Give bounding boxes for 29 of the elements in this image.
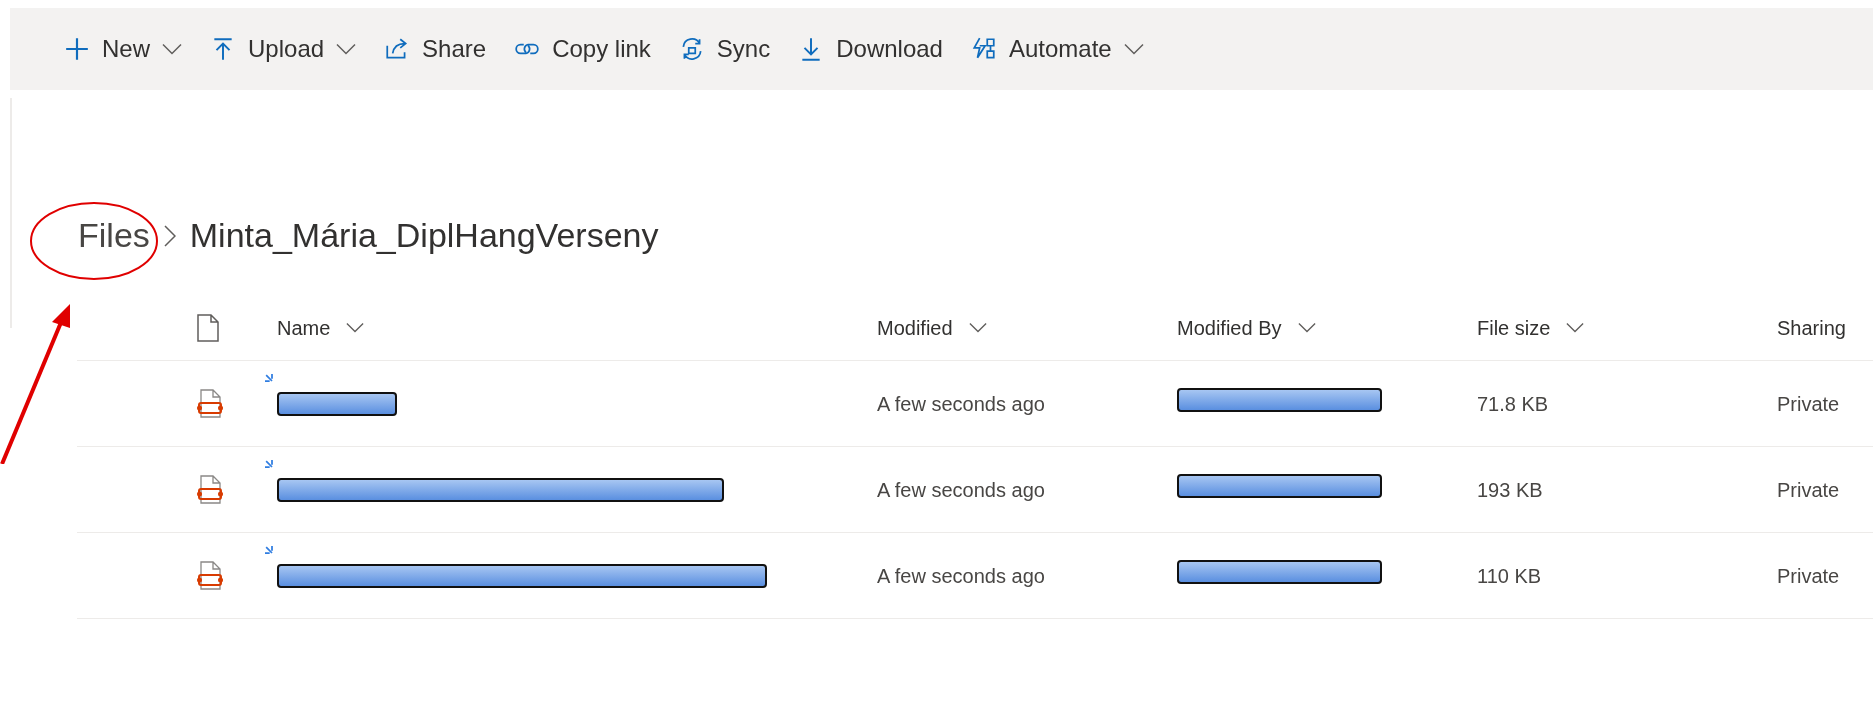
column-header[interactable]: Modified By [1177,312,1282,343]
sharing-status: Private [1777,564,1840,587]
pdf-file-icon [197,560,223,591]
file-size: 110 KB [1477,564,1542,587]
plus-icon [64,36,90,62]
column-header[interactable]: Name [277,312,331,343]
toolbar-button[interactable]: Share [382,27,489,71]
toolbar-button[interactable]: Upload [208,27,359,71]
file-type-icon[interactable] [197,313,219,342]
file-size: 193 KB [1477,478,1543,501]
modified-date: A few seconds ago [877,392,1045,415]
flow-icon [970,36,997,62]
toolbar-button[interactable]: Sync [676,27,773,71]
column-header[interactable]: Modified [877,312,953,343]
column-header[interactable]: Sharing [1777,312,1846,343]
modified-date: A few seconds ago [877,564,1045,587]
toolbar-button[interactable]: Automate [968,27,1146,71]
current-folder: Minta_Mária_DiplHangVerseny [189,215,659,256]
modified-date: A few seconds ago [877,478,1045,501]
toolbar-button[interactable]: Download [796,27,945,71]
toolbar-button[interactable]: New [62,27,184,71]
chevron-right-icon [163,224,176,247]
column-header[interactable]: File size [1477,312,1551,343]
pdf-file-icon [197,474,223,505]
pdf-file-icon [197,388,223,419]
file-size: 71.8 KB [1477,392,1549,415]
toolbar-button[interactable]: Copy link [512,27,653,71]
sharing-status: Private [1777,392,1840,415]
sharing-status: Private [1777,478,1840,501]
